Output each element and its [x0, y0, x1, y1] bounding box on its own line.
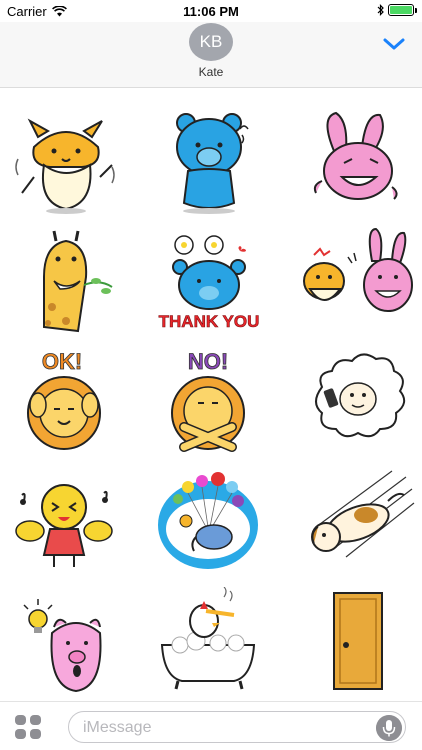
sticker-hamster-dancing[interactable] — [4, 107, 126, 217]
message-input-bar: iMessage — [0, 701, 422, 750]
message-input[interactable]: iMessage — [68, 711, 406, 743]
contact-avatar[interactable]: KB — [189, 23, 233, 61]
sticker-giraffe-eating-leaves[interactable] — [4, 227, 126, 337]
battery-icon — [388, 4, 417, 16]
bluetooth-icon — [377, 4, 384, 16]
ok-text: OK! — [42, 349, 82, 374]
status-right — [377, 4, 417, 16]
microphone-icon[interactable] — [376, 715, 402, 741]
sticker-hamster-and-rabbit-arguing[interactable] — [296, 227, 418, 337]
sticker-blue-bear-sweating[interactable] — [148, 107, 270, 217]
sticker-chicken-in-bathtub[interactable] — [148, 587, 270, 697]
thank-you-text: THANK YOU — [159, 312, 260, 331]
sticker-door[interactable] — [296, 587, 418, 697]
sticker-pink-rabbit-grinning[interactable] — [296, 107, 418, 217]
battery-fill — [390, 6, 412, 14]
sticker-sheep-with-phone[interactable] — [296, 347, 418, 457]
clock: 11:06 PM — [183, 4, 239, 19]
sticker-elephant-balloons[interactable] — [148, 467, 270, 577]
sticker-pig-with-lightbulb[interactable] — [4, 587, 126, 697]
no-text: NO! — [188, 349, 228, 374]
sticker-blue-bear-thank-you[interactable]: THANK YOU — [148, 227, 270, 337]
app-drawer-icon[interactable] — [13, 713, 43, 741]
sticker-lion-ok[interactable]: OK! — [4, 347, 126, 457]
sticker-grid: THANK YOU OK! NO! — [0, 89, 422, 701]
message-placeholder: iMessage — [83, 719, 152, 736]
sticker-cheering-chick[interactable] — [4, 467, 126, 577]
contact-name[interactable]: Kate — [0, 65, 422, 79]
status-bar: Carrier 11:06 PM — [0, 0, 422, 22]
sticker-lion-no[interactable]: NO! — [148, 347, 270, 457]
battery-tip — [415, 8, 417, 13]
avatar-initials: KB — [199, 32, 223, 51]
conversation-header: KB Kate — [0, 22, 422, 88]
chevron-down-icon[interactable] — [382, 36, 406, 52]
sticker-dog-running[interactable] — [296, 467, 418, 577]
